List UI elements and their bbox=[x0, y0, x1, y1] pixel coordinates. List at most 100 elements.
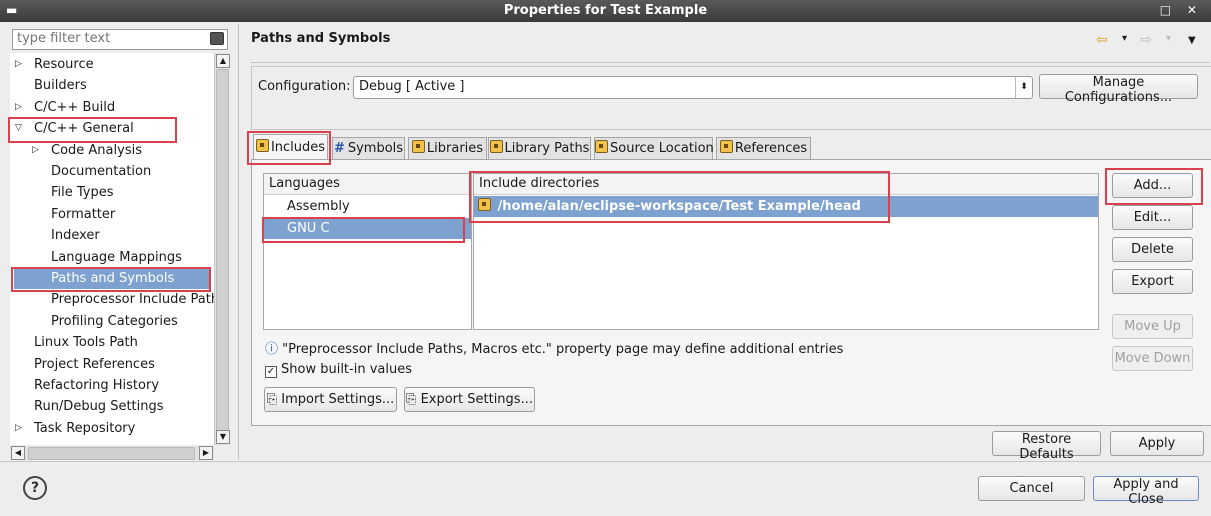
info-text: "Preprocessor Include Paths, Macros etc.… bbox=[282, 342, 844, 357]
tree-item-label: Language Mappings bbox=[51, 249, 182, 265]
restore-defaults-button[interactable]: Restore Defaults bbox=[992, 431, 1101, 462]
references-icon bbox=[719, 140, 733, 153]
window-controls-icon[interactable]: □ ✕ bbox=[1160, 3, 1203, 17]
tree-item-label: C/C++ General bbox=[34, 121, 134, 137]
tree-item-task-repository[interactable]: Task Repository bbox=[10, 418, 214, 439]
forward-dropdown-icon[interactable]: ▾ bbox=[1166, 33, 1171, 44]
tree-item-linux-tools-path[interactable]: Linux Tools Path bbox=[10, 332, 214, 353]
expand-arrow-icon[interactable]: ▷ bbox=[15, 54, 22, 75]
include-directories-list[interactable]: Include directories /home/alan/eclipse-w… bbox=[473, 173, 1099, 330]
tree-horizontal-scrollbar[interactable]: ◀ ▶ bbox=[10, 446, 214, 460]
help-icon[interactable]: ? bbox=[23, 476, 47, 500]
back-arrow-icon[interactable]: ⇦ bbox=[1096, 32, 1108, 48]
import-settings-button[interactable]: ⎘ Import Settings... bbox=[264, 387, 397, 412]
updown-chevron-icon[interactable]: ⬍ bbox=[1015, 77, 1032, 98]
tree-item-language-mappings[interactable]: Language Mappings bbox=[10, 247, 214, 268]
include-directory-row[interactable]: /home/alan/eclipse-workspace/Test Exampl… bbox=[474, 196, 1098, 217]
apply-and-close-button[interactable]: Apply and Close bbox=[1093, 476, 1199, 507]
tree-item-label: Indexer bbox=[51, 228, 100, 244]
expand-arrow-icon[interactable]: ▷ bbox=[32, 140, 39, 161]
tree-item-preprocessor-include-paths[interactable]: Preprocessor Include Paths bbox=[10, 289, 214, 310]
show-builtin-label: Show built-in values bbox=[281, 362, 412, 377]
filter-field[interactable] bbox=[12, 29, 228, 50]
tree-item-label: Refactoring History bbox=[34, 378, 160, 393]
tab-symbols[interactable]: # Symbols bbox=[332, 137, 405, 160]
include-folder-icon bbox=[478, 198, 491, 211]
hscroll-thumb[interactable] bbox=[28, 447, 195, 460]
delete-button[interactable]: Delete bbox=[1112, 237, 1193, 262]
tab-label: References bbox=[734, 141, 808, 156]
include-directory-path: /home/alan/eclipse-workspace/Test Exampl… bbox=[497, 199, 861, 214]
language-item-gnu-c[interactable]: GNU C bbox=[264, 218, 471, 239]
scroll-left-icon[interactable]: ◀ bbox=[11, 446, 25, 460]
tree-item-file-types[interactable]: File Types bbox=[10, 182, 214, 203]
tab-library-paths[interactable]: Library Paths bbox=[488, 137, 591, 160]
languages-header[interactable]: Languages bbox=[264, 174, 471, 195]
tree-item-builders[interactable]: Builders bbox=[10, 75, 214, 96]
export-button[interactable]: Export bbox=[1112, 269, 1193, 294]
view-menu-icon[interactable]: ▼ bbox=[1188, 35, 1196, 46]
show-builtin-checkbox[interactable]: ✓ bbox=[265, 366, 277, 378]
configuration-select[interactable]: Debug [ Active ] ⬍ bbox=[353, 76, 1033, 99]
tree-item-paths-and-symbols[interactable]: Paths and Symbols bbox=[14, 268, 210, 289]
tree-item-label: Task Repository bbox=[34, 420, 136, 436]
tree-vertical-scrollbar[interactable]: ▲ ▼ bbox=[214, 53, 230, 445]
expand-arrow-icon[interactable]: ▷ bbox=[15, 418, 22, 439]
tab-label: Source Location bbox=[610, 141, 714, 156]
export-settings-button[interactable]: ⎘ Export Settings... bbox=[404, 387, 535, 412]
move-down-button[interactable]: Move Down bbox=[1112, 346, 1193, 371]
filter-input[interactable] bbox=[13, 30, 207, 47]
clear-filter-icon[interactable] bbox=[210, 32, 224, 45]
title-bar: ▬ Properties for Test Example □ ✕ bbox=[0, 0, 1211, 22]
tree-item-refactoring-history[interactable]: Refactoring History bbox=[10, 375, 214, 396]
source-folder-icon bbox=[595, 140, 608, 153]
forward-arrow-icon[interactable]: ⇨ bbox=[1140, 32, 1152, 48]
tab-references[interactable]: References bbox=[716, 137, 811, 160]
tree-item-label: File Types bbox=[51, 185, 114, 201]
scroll-thumb[interactable] bbox=[216, 69, 229, 431]
configuration-value: Debug [ Active ] bbox=[359, 79, 465, 94]
tree-item-profiling-categories[interactable]: Profiling Categories bbox=[10, 311, 214, 332]
tab-libraries[interactable]: Libraries bbox=[408, 137, 487, 160]
tree-item-resource[interactable]: Resource bbox=[10, 54, 214, 75]
hash-icon: # bbox=[333, 141, 345, 156]
scroll-up-icon[interactable]: ▲ bbox=[216, 54, 230, 68]
scroll-down-icon[interactable]: ▼ bbox=[216, 430, 230, 444]
move-up-button[interactable]: Move Up bbox=[1112, 314, 1193, 339]
tree-item-code-analysis[interactable]: Code Analysis bbox=[10, 140, 214, 161]
expand-arrow-icon[interactable]: ▷ bbox=[15, 97, 22, 118]
info-message: ⓘ "Preprocessor Include Paths, Macros et… bbox=[265, 338, 843, 357]
tab-label: Libraries bbox=[426, 141, 484, 156]
tree-item-run-debug-settings[interactable]: Run/Debug Settings bbox=[10, 396, 214, 417]
edit-button[interactable]: Edit... bbox=[1112, 205, 1193, 230]
export-icon: ⎘ bbox=[406, 392, 421, 407]
cancel-button[interactable]: Cancel bbox=[978, 476, 1085, 501]
tree-item-c-c-general[interactable]: C/C++ General bbox=[10, 118, 214, 139]
tree-item-label: Run/Debug Settings bbox=[34, 399, 164, 415]
includes-icon bbox=[255, 139, 269, 152]
tree-item-c-c-build[interactable]: C/C++ Build bbox=[10, 97, 214, 118]
tab-source-location[interactable]: Source Location bbox=[594, 137, 714, 160]
tree-item-label: Code Analysis bbox=[51, 142, 142, 158]
collapse-arrow-icon[interactable]: ▽ bbox=[15, 118, 22, 139]
show-builtin-values[interactable]: ✓ Show built-in values bbox=[265, 362, 412, 378]
language-item-assembly[interactable]: Assembly bbox=[264, 196, 471, 217]
apply-button[interactable]: Apply bbox=[1110, 431, 1204, 456]
configuration-label: Configuration: bbox=[258, 79, 351, 94]
tree-item-project-references[interactable]: Project References bbox=[10, 354, 214, 375]
include-directories-header[interactable]: Include directories bbox=[474, 174, 1098, 195]
tree-item-label: C/C++ Build bbox=[34, 99, 116, 115]
back-dropdown-icon[interactable]: ▾ bbox=[1122, 33, 1127, 44]
split-divider[interactable] bbox=[238, 24, 239, 460]
tree-item-documentation[interactable]: Documentation bbox=[10, 161, 214, 182]
tree-item-label: Profiling Categories bbox=[51, 313, 178, 329]
scroll-right-icon[interactable]: ▶ bbox=[199, 446, 213, 460]
languages-list[interactable]: Languages Assembly GNU C bbox=[263, 173, 472, 330]
window-title: Properties for Test Example bbox=[503, 3, 708, 18]
tab-includes[interactable]: Includes bbox=[253, 134, 328, 161]
manage-configurations-button[interactable]: Manage Configurations... bbox=[1039, 74, 1198, 105]
tree-item-formatter[interactable]: Formatter bbox=[10, 204, 214, 225]
tree-item-indexer[interactable]: Indexer bbox=[10, 225, 214, 246]
add-button[interactable]: Add... bbox=[1112, 173, 1193, 198]
category-tree: Resource ▷ Builders C/C++ Build ▷ C/C++ Gener… bbox=[10, 53, 214, 445]
